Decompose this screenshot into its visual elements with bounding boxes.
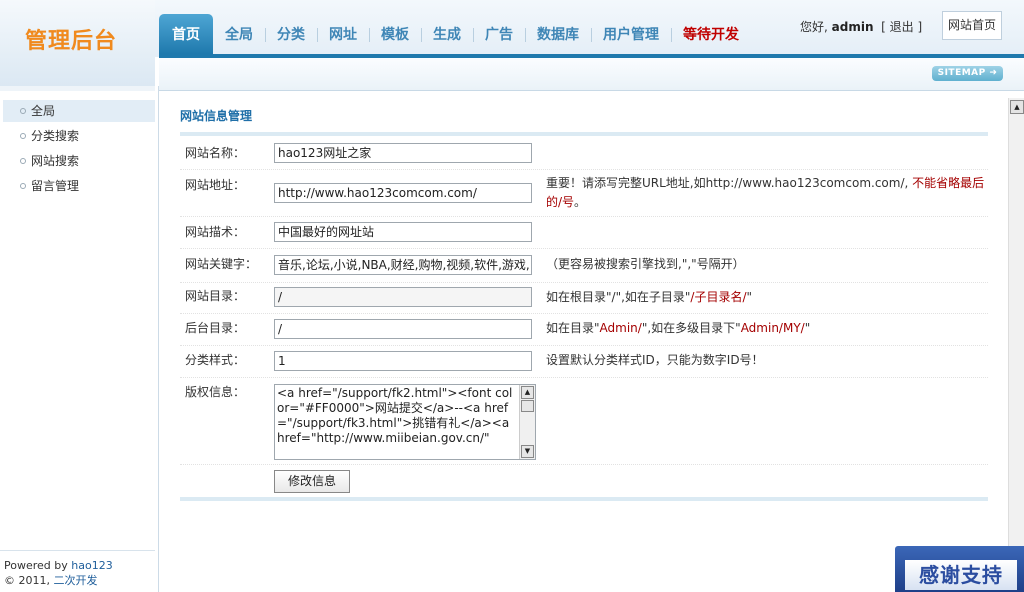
- scroll-down-icon[interactable]: ▼: [521, 445, 534, 458]
- divider-bar: [180, 132, 988, 136]
- main-content: 网站信息管理 网站名称： hao123网址之家 网站地址： http://www…: [160, 92, 1008, 592]
- form-row-site-url: 网站地址： http://www.hao123comcom.com/ 重要！请添…: [180, 170, 988, 217]
- circle-bullet-icon: [20, 183, 26, 189]
- site-dir-hint: 如在根目录"/",如在子目录"/子目录名/": [546, 290, 753, 304]
- field-label: 网站关键字：: [185, 257, 258, 271]
- sidebar-item-label: 分类搜索: [31, 129, 80, 143]
- field-label: 版权信息：: [185, 385, 246, 399]
- site-home-button[interactable]: 网站首页: [942, 11, 1002, 40]
- admin-dir-hint: 如在目录"Admin/",如在多级目录下"Admin/MY/": [546, 321, 811, 335]
- footer-divider: [0, 550, 155, 551]
- username: admin: [831, 20, 874, 34]
- category-style-input[interactable]: 1: [274, 351, 532, 371]
- circle-bullet-icon: [20, 158, 26, 164]
- logout-bracket-open: [: [881, 20, 886, 34]
- sidebar-item-category-search[interactable]: 分类搜索: [3, 125, 155, 147]
- nav-tab-ads[interactable]: 广告: [473, 14, 525, 54]
- thanks-text: 感谢支持: [905, 560, 1017, 590]
- form-row-site-dir: 网站目录： / 如在根目录"/",如在子目录"/子目录名/": [180, 283, 988, 314]
- nav-tab-generate[interactable]: 生成: [421, 14, 473, 54]
- circle-bullet-icon: [20, 133, 26, 139]
- sub-bar: SITEMAP ➜: [159, 58, 1024, 91]
- powered-link[interactable]: hao123: [71, 559, 112, 572]
- textarea-scrollbar[interactable]: ▲ ▼: [519, 385, 535, 459]
- field-label: 分类样式：: [185, 353, 246, 367]
- sidebar: 全局 分类搜索 网站搜索 留言管理 Powered by hao123 © 20…: [0, 86, 159, 592]
- sidebar-top-fill: [0, 86, 155, 91]
- site-dir-input[interactable]: /: [274, 287, 532, 307]
- section-title: 网站信息管理: [180, 109, 253, 123]
- keywords-input[interactable]: 音乐,论坛,小说,NBA,财经,购物,视频,软件,游戏,: [274, 255, 532, 275]
- nav-tab-templates[interactable]: 模板: [369, 14, 421, 54]
- field-label: 网站描术：: [185, 225, 246, 239]
- field-label: 网站名称：: [185, 146, 246, 160]
- keywords-hint: （更容易被搜索引擎找到,","号隔开）: [546, 257, 745, 271]
- scroll-thumb[interactable]: [521, 400, 534, 412]
- divider-bar: [180, 497, 988, 501]
- nav-tab-urls[interactable]: 网址: [317, 14, 369, 54]
- top-nav: 首页 全局 分类 网址 模板 生成 广告 数据库 用户管理 等待开发: [159, 14, 751, 54]
- site-desc-input[interactable]: 中国最好的网址站: [274, 222, 532, 242]
- form-row-site-name: 网站名称： hao123网址之家: [180, 140, 988, 170]
- submit-button[interactable]: 修改信息: [274, 470, 350, 493]
- sidebar-item-messages[interactable]: 留言管理: [3, 175, 155, 197]
- field-label: 网站目录：: [185, 289, 246, 303]
- site-url-hint: 重要！请添写完整URL地址,如http://www.hao123comcom.c…: [546, 176, 985, 209]
- copyright-text: <a href="/support/fk2.html"><font color=…: [277, 386, 513, 445]
- thanks-badge[interactable]: 感谢支持: [895, 546, 1024, 592]
- form-row-site-desc: 网站描术： 中国最好的网址站: [180, 217, 988, 249]
- copyright-prefix: © 2011,: [4, 574, 54, 587]
- logout-link[interactable]: 退出: [890, 20, 914, 34]
- copyright-textarea[interactable]: <a href="/support/fk2.html"><font color=…: [274, 384, 536, 460]
- nav-tab-home[interactable]: 首页: [159, 14, 213, 54]
- form-row-copyright: 版权信息： <a href="/support/fk2.html"><font …: [180, 378, 988, 465]
- powered-prefix: Powered by: [4, 559, 72, 572]
- nav-tab-global[interactable]: 全局: [213, 14, 265, 54]
- scroll-up-icon[interactable]: ▲: [1010, 100, 1024, 114]
- logo: 管理后台: [0, 0, 155, 86]
- field-label: 后台目录：: [185, 321, 246, 335]
- circle-bullet-icon: [20, 108, 26, 114]
- form-row-category-style: 分类样式： 1 设置默认分类样式ID，只能为数字ID号！: [180, 346, 988, 378]
- copyright-link[interactable]: 二次开发: [53, 574, 97, 587]
- nav-tab-database[interactable]: 数据库: [525, 14, 591, 54]
- sidebar-item-label: 留言管理: [31, 179, 80, 193]
- page-scrollbar[interactable]: ▲: [1008, 98, 1024, 592]
- sidebar-item-label: 全局: [31, 104, 56, 118]
- form-row-admin-dir: 后台目录： / 如在目录"Admin/",如在多级目录下"Admin/MY/": [180, 314, 988, 346]
- category-style-hint: 设置默认分类样式ID，只能为数字ID号！: [546, 353, 764, 367]
- user-bar: 您好, admin [ 退出 ]: [800, 18, 922, 35]
- nav-tab-pending[interactable]: 等待开发: [671, 14, 751, 54]
- sidebar-item-site-search[interactable]: 网站搜索: [3, 150, 155, 172]
- nav-tab-category[interactable]: 分类: [265, 14, 317, 54]
- greeting-text: 您好,: [800, 20, 828, 34]
- sitemap-button[interactable]: SITEMAP ➜: [932, 66, 1003, 81]
- sidebar-footer: Powered by hao123 © 2011, 二次开发: [0, 550, 155, 588]
- nav-tab-users[interactable]: 用户管理: [591, 14, 671, 54]
- scroll-up-icon[interactable]: ▲: [521, 386, 534, 399]
- site-url-input[interactable]: http://www.hao123comcom.com/: [274, 183, 532, 203]
- sidebar-item-global[interactable]: 全局: [3, 100, 155, 122]
- field-label: 网站地址：: [185, 178, 246, 192]
- logout-bracket-close: ]: [917, 20, 923, 34]
- form-row-keywords: 网站关键字： 音乐,论坛,小说,NBA,财经,购物,视频,软件,游戏, （更容易…: [180, 249, 988, 283]
- logo-text: 管理后台: [25, 29, 118, 54]
- admin-dir-input[interactable]: /: [274, 319, 532, 339]
- sidebar-item-label: 网站搜索: [31, 154, 80, 168]
- site-name-input[interactable]: hao123网址之家: [274, 143, 532, 163]
